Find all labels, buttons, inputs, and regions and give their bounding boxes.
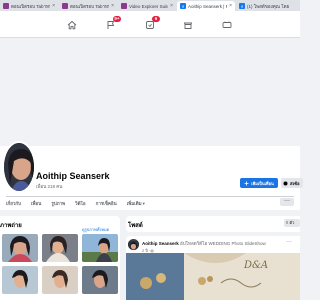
post-action-text: อัปโหลดวิดีโอ WEDDING Photo SlideShow: [178, 241, 266, 246]
tab-favicon-icon: [62, 3, 68, 9]
post-author-avatar[interactable]: [128, 239, 139, 250]
post-video-thumbnail[interactable]: D&A: [126, 253, 300, 300]
home-icon[interactable]: [66, 19, 78, 31]
photo-thumbnail[interactable]: [2, 234, 38, 262]
browser-tab-1[interactable]: ตอนเปิดรอบ Tabาหนูน้อย ตอน ×: [0, 1, 58, 11]
tab-videos[interactable]: วิดีโอ: [75, 200, 86, 207]
tab-close-icon[interactable]: ×: [170, 3, 173, 9]
svg-text:D&A: D&A: [243, 260, 268, 271]
notification-badge: 6: [152, 16, 160, 22]
add-friend-button[interactable]: เพิ่มเป็นเพื่อน: [240, 178, 278, 188]
chevron-down-icon: ▾: [142, 200, 145, 206]
add-friend-label: เพิ่มเป็นเพื่อน: [251, 180, 274, 186]
tab-checkins[interactable]: การเช็คอิน: [96, 200, 117, 207]
photos-card-title: ภาพถ่าย: [0, 223, 22, 229]
filter-icon: ≡: [286, 220, 289, 225]
tab-title: Aoithip Seanserk | Faceb: [188, 3, 227, 9]
posts-header-card: โพสต์ ≡ ตัว: [126, 216, 300, 232]
message-label: ส่งข้อ: [290, 180, 300, 186]
browser-tab-bar: ตอนเปิดรอบ Tabาหนูน้อย ตอน × ตอนเปิดรอบ …: [0, 0, 300, 11]
post-card: Aoithip Seanserk อัปโหลดวิดีโอ WEDDING P…: [126, 236, 300, 300]
tab-title: ตอนเปิดรอบ Tabาหนูน้อย ตอน: [70, 3, 109, 9]
flag-icon[interactable]: 9+: [105, 16, 121, 31]
cover-photo-area: [0, 38, 300, 146]
posts-title: โพสต์: [128, 223, 143, 229]
browser-tab-active[interactable]: f Aoithip Seanserk | Faceb ×: [177, 1, 235, 11]
tab-close-icon[interactable]: ×: [229, 3, 232, 9]
gaming-icon[interactable]: [221, 19, 233, 31]
tab-photos[interactable]: รูปภาพ: [51, 200, 65, 207]
photo-thumbnail[interactable]: [2, 266, 38, 294]
facebook-favicon-icon: f: [239, 3, 245, 9]
photo-thumbnail[interactable]: [42, 234, 78, 262]
photo-thumbnail[interactable]: [82, 266, 118, 294]
tab-title: (1) โพสต์ของคุณ โดย: [247, 3, 290, 9]
profile-avatar[interactable]: [2, 141, 36, 193]
filter-label: ตัว: [289, 220, 295, 225]
groups-icon[interactable]: 6: [144, 16, 160, 31]
tab-about[interactable]: เกี่ยวกับ: [6, 200, 21, 207]
message-button[interactable]: ส่งข้อ: [281, 178, 303, 188]
browser-tab-3[interactable]: Video Explorer Suite ×: [118, 1, 176, 11]
photo-thumbnail[interactable]: [42, 266, 78, 294]
photo-thumbnail[interactable]: [82, 234, 118, 262]
messenger-icon: [283, 181, 288, 185]
tab-title: ตอนเปิดรอบ Tabาหนูน้อย ตอน: [11, 3, 50, 9]
profile-tabs: เกี่ยวกับ เพื่อน รูปภาพ วิดีโอ การเช็คอิ…: [6, 200, 145, 207]
header-divider: [6, 196, 294, 197]
tab-more[interactable]: เพิ่มเติม ▾: [127, 200, 145, 207]
photos-card: ภาพถ่าย ดูรูปภาพทั้งหมด: [0, 216, 120, 300]
more-options-button[interactable]: ···: [280, 198, 294, 206]
facebook-top-nav: 9+ 6: [0, 11, 300, 38]
notification-badge: 9+: [113, 16, 121, 22]
add-friend-icon: [244, 181, 249, 185]
post-more-options[interactable]: ···: [286, 239, 292, 245]
browser-tab-2[interactable]: ตอนเปิดรอบ Tabาหนูน้อย ตอน ×: [59, 1, 117, 11]
tab-close-icon[interactable]: ×: [111, 3, 114, 9]
post-header-line: Aoithip Seanserk อัปโหลดวิดีโอ WEDDING P…: [142, 240, 266, 247]
tab-favicon-icon: [121, 3, 127, 9]
filter-button[interactable]: ≡ ตัว: [284, 219, 300, 227]
tab-close-icon[interactable]: ×: [52, 3, 55, 9]
tab-more-label: เพิ่มเติม: [126, 201, 142, 206]
tab-favicon-icon: [3, 3, 9, 9]
post-author-name[interactable]: Aoithip Seanserk: [142, 241, 179, 246]
browser-tab-5[interactable]: f (1) โพสต์ของคุณ โดย: [236, 1, 294, 11]
profile-name: Aoithip Seanserk: [36, 171, 110, 181]
facebook-favicon-icon: f: [180, 3, 186, 9]
tab-friends[interactable]: เพื่อน: [31, 200, 41, 207]
friends-count[interactable]: เพื่อน 218 คน: [36, 183, 62, 190]
marketplace-icon[interactable]: [182, 19, 194, 31]
see-all-photos-link[interactable]: ดูรูปภาพทั้งหมด: [82, 226, 109, 233]
tab-title: Video Explorer Suite: [129, 3, 169, 9]
